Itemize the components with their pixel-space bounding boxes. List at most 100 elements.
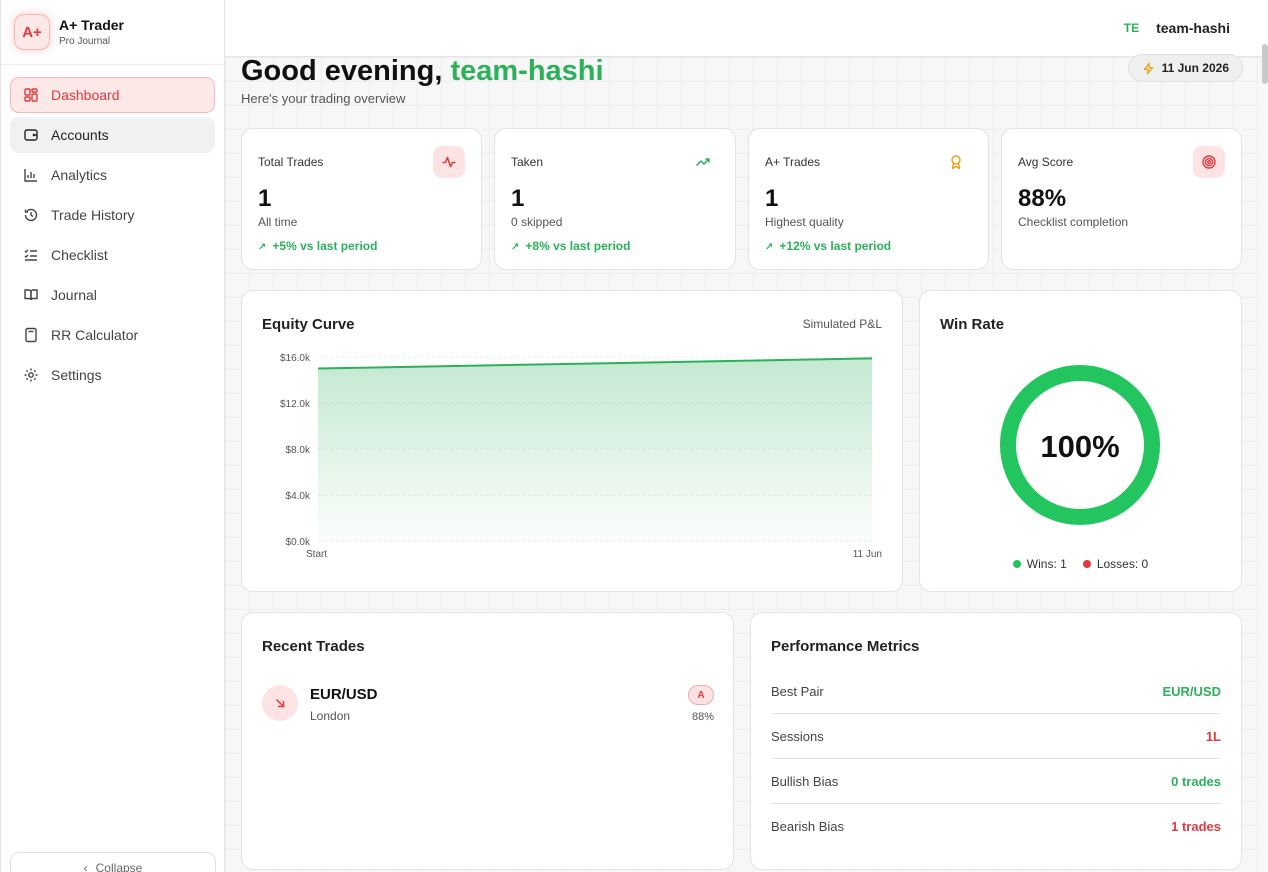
losses-label: Losses: 0 [1096, 557, 1149, 571]
stat-desc: All time [258, 215, 298, 229]
stat-card-total-trades: Total Trades 1 All time ↗ +5% vs last per… [241, 128, 482, 270]
arrow-up-right-icon: ↗ [511, 242, 520, 253]
metric-label: Best Pair [771, 683, 824, 699]
wallet-icon [24, 129, 38, 141]
y-tick-label: $0.0k [286, 537, 311, 548]
sidebar-item-label: RR Calculator [51, 327, 139, 343]
win-rate-value: 100% [1040, 429, 1119, 464]
sidebar-item-label: Settings [51, 367, 102, 383]
activity-icon [433, 146, 465, 178]
legend-losses: Losses: 0 [1082, 557, 1149, 571]
performance-metrics-title: Performance Metrics [771, 638, 920, 655]
sidebar-nav: Dashboard Accounts Analytics Trade Histo… [1, 65, 224, 393]
sidebar-item-label: Checklist [51, 247, 108, 263]
wins-dot [1012, 560, 1021, 568]
main-content: Good evening, team-hashi Here's your tra… [225, 54, 1261, 872]
metric-label: Sessions [771, 728, 824, 744]
grade-badge: A [688, 685, 714, 705]
equity-curve-card: Equity Curve Simulated P&L $0.0k $4.0k $8.… [241, 290, 903, 592]
y-tick-label: $16.0k [280, 353, 311, 364]
stat-value: 1 [765, 185, 779, 212]
win-rate-legend: Wins: 1 Losses: 0 [920, 557, 1241, 571]
trade-session: London [310, 709, 351, 723]
stat-label: Total Trades [258, 155, 324, 169]
arrow-down-right-icon [262, 685, 298, 721]
x-tick-label: Start [306, 549, 327, 560]
calculator-icon [25, 327, 37, 343]
stat-label: Taken [511, 155, 544, 169]
sidebar-item-label: Dashboard [51, 87, 120, 103]
stat-card-aplus-trades: A+ Trades 1 Highest quality ↗ +12% vs las… [748, 128, 989, 270]
stat-card-avg-score: Avg Score 88% Checklist completion [1001, 128, 1242, 270]
trending-up-icon [687, 146, 719, 178]
stat-value: 88% [1018, 185, 1067, 212]
y-tick-label: $4.0k [286, 491, 311, 502]
recent-trades-card: Recent Trades EUR/USD London A 88% [241, 612, 734, 870]
metric-row-bullish-bias: Bullish Bias 0 trades [771, 759, 1221, 804]
equity-area [318, 358, 872, 541]
chevron-left-icon: ‹ [83, 861, 88, 872]
user-name[interactable]: team-hashi [1156, 20, 1230, 36]
date-badge: 11 Jun 2026 [1127, 54, 1243, 82]
page-title: Good evening, team-hashi [241, 55, 604, 88]
checklist-icon [24, 249, 37, 261]
metric-label: Bearish Bias [771, 819, 844, 834]
greeting-prefix: Good evening, [241, 55, 451, 87]
stat-desc: Checklist completion [1018, 215, 1129, 229]
sidebar-item-label: Accounts [51, 127, 109, 143]
user-initials[interactable]: TE [1124, 21, 1139, 35]
metric-row-best-pair: Best Pair EUR/USD [771, 669, 1221, 714]
logo: A+ [14, 14, 50, 50]
book-icon [24, 289, 38, 301]
stat-change-text: +5% vs last period [272, 239, 378, 253]
y-tick-label: $8.0k [286, 445, 311, 456]
bar-chart-icon [24, 169, 37, 182]
metric-value: 1L [1205, 728, 1221, 744]
dashboard-icon [24, 88, 38, 102]
stat-change: ↗ +8% vs last period [511, 239, 630, 253]
sidebar-item-analytics[interactable]: Analytics [10, 157, 215, 193]
sidebar-item-label: Journal [51, 287, 97, 303]
sidebar-item-checklist[interactable]: Checklist [10, 237, 215, 273]
stat-label: A+ Trades [765, 155, 821, 169]
sidebar-item-trade-history[interactable]: Trade History [10, 197, 215, 233]
trade-pair: EUR/USD [310, 686, 378, 703]
collapse-label: Collapse [95, 861, 143, 872]
sidebar-item-settings[interactable]: Settings [10, 357, 215, 393]
greeting-name: team-hashi [450, 55, 604, 87]
x-tick-label: 11 Jun [853, 549, 882, 560]
sidebar-item-journal[interactable]: Journal [10, 277, 215, 313]
list-item[interactable]: EUR/USD London A 88% [262, 685, 714, 725]
metric-row-bearish-bias: Bearish Bias 1 trades [771, 804, 1221, 849]
stat-value: 1 [511, 185, 525, 212]
sidebar-item-label: Trade History [51, 207, 135, 223]
equity-chart: $0.0k $4.0k $8.0k $12.0k $16.0k Start 11 Jun [280, 353, 882, 560]
win-rate-donut: 100% [1000, 365, 1160, 525]
metric-row-sessions: Sessions 1L [771, 714, 1221, 759]
sidebar-item-rr-calculator[interactable]: RR Calculator [10, 317, 215, 353]
metric-value: 1 trades [1171, 819, 1221, 834]
sidebar: A+ A+ Trader Pro Journal Dashboard Accou… [0, 0, 225, 872]
gear-icon [24, 368, 38, 382]
stat-change-text: +12% vs last period [779, 239, 892, 253]
losses-dot [1082, 560, 1091, 568]
stat-desc: 0 skipped [511, 215, 563, 229]
sidebar-item-dashboard[interactable]: Dashboard [10, 77, 215, 113]
collapse-button[interactable]: ‹ Collapse [10, 852, 216, 872]
win-rate-card: Win Rate 100% Wins: 1 Losses: 0 [919, 290, 1242, 592]
sidebar-item-accounts[interactable]: Accounts [10, 117, 215, 153]
award-icon [940, 146, 972, 178]
stat-change: ↗ +5% vs last period [258, 239, 377, 253]
lightning-icon [1143, 62, 1153, 74]
brand[interactable]: A+ A+ Trader Pro Journal [1, 0, 224, 65]
stat-value: 1 [258, 185, 272, 212]
trade-score: 88% [691, 711, 714, 723]
legend-wins: Wins: 1 [1012, 557, 1067, 571]
stat-label: Avg Score [1018, 155, 1074, 169]
date-text: 11 Jun 2026 [1161, 61, 1229, 75]
metric-value: EUR/USD [1162, 683, 1221, 699]
performance-metrics-card: Performance Metrics Best Pair EUR/USD Se… [750, 612, 1242, 870]
stat-change: ↗ +12% vs last period [765, 239, 891, 253]
top-bar: TE team-hashi [225, 0, 1268, 57]
scrollbar[interactable] [1262, 44, 1268, 84]
